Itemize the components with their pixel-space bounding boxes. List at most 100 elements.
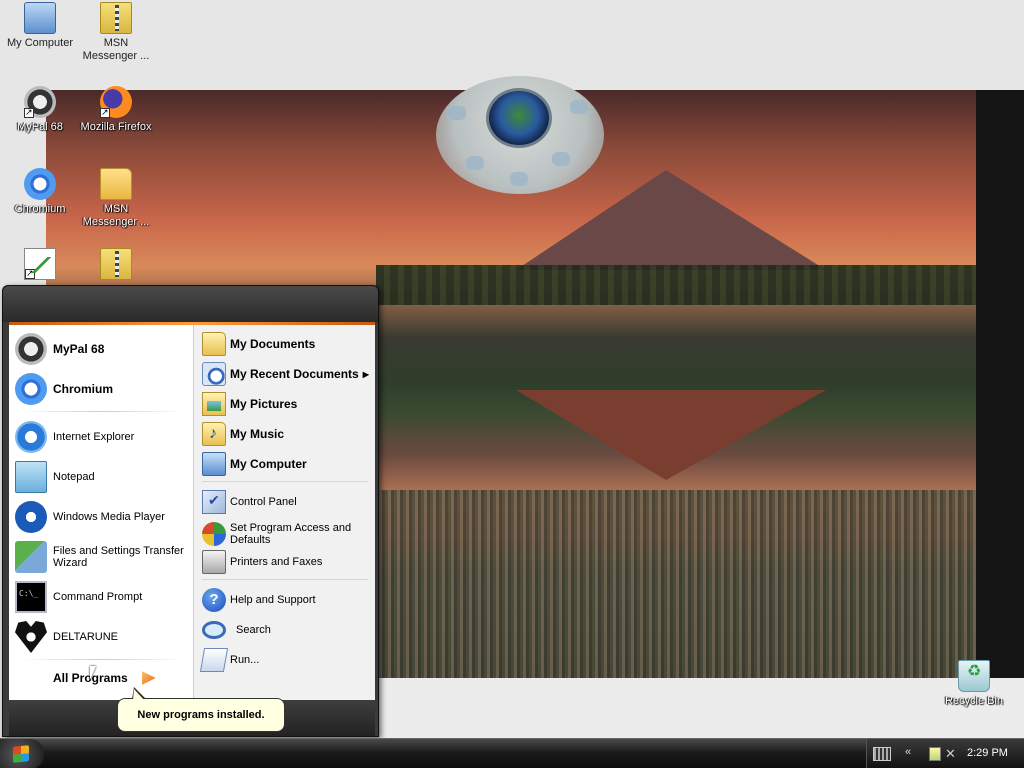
wallpaper-reflection bbox=[516, 390, 826, 480]
separator bbox=[19, 411, 185, 412]
help-icon: ? bbox=[202, 588, 226, 612]
place-item-label: My Documents bbox=[230, 337, 316, 351]
start-menu: MyPal 68 Chromium Internet Explorer Note… bbox=[2, 285, 379, 737]
start-button[interactable] bbox=[0, 739, 44, 768]
internet-explorer-icon bbox=[15, 421, 47, 453]
clock[interactable]: 2:29 PM bbox=[967, 747, 1008, 759]
start-menu-places-pane: My Documents My Recent Documents ▶ My Pi… bbox=[193, 325, 375, 700]
run-icon bbox=[199, 648, 229, 672]
volume-muted-icon[interactable]: ✕ bbox=[945, 746, 956, 762]
my-documents-icon bbox=[202, 332, 226, 356]
pinned-item-label: Chromium bbox=[53, 382, 113, 396]
recent-documents-icon bbox=[202, 362, 226, 386]
program-item-label: Windows Media Player bbox=[53, 511, 165, 523]
place-item-label: Printers and Faxes bbox=[230, 556, 323, 568]
balloon-text: New programs installed. bbox=[137, 709, 265, 721]
desktop-icon-recycle-bin[interactable]: Recycle Bin bbox=[934, 660, 1014, 708]
desktop-icon-msn-messenger-folder[interactable]: MSN Messenger ... bbox=[76, 168, 156, 229]
network-icon[interactable] bbox=[929, 747, 941, 761]
chart-document-icon bbox=[24, 248, 56, 280]
chromium-icon bbox=[24, 168, 56, 200]
place-item-run[interactable]: Run... bbox=[199, 647, 374, 673]
command-prompt-icon: C:\_ bbox=[15, 581, 47, 613]
place-item-help-support[interactable]: ? Help and Support bbox=[202, 587, 374, 613]
desktop-icon-chart-document[interactable] bbox=[0, 248, 80, 283]
program-access-icon bbox=[202, 522, 226, 546]
printer-icon bbox=[202, 550, 226, 574]
my-computer-icon bbox=[202, 452, 226, 476]
desktop-icon-msn-messenger-zip[interactable]: MSN Messenger ... bbox=[76, 2, 156, 63]
desktop-icon-zip-folder[interactable] bbox=[76, 248, 156, 283]
my-computer-icon bbox=[24, 2, 56, 34]
start-menu-header bbox=[3, 286, 378, 322]
start-menu-programs-pane: MyPal 68 Chromium Internet Explorer Note… bbox=[9, 325, 193, 700]
keyboard-icon[interactable] bbox=[873, 747, 891, 761]
program-item-internet-explorer[interactable]: Internet Explorer bbox=[15, 419, 191, 455]
place-item-label: My Computer bbox=[230, 457, 307, 471]
chromium-icon bbox=[15, 373, 47, 405]
pinned-item-chromium[interactable]: Chromium bbox=[15, 371, 191, 407]
place-item-control-panel[interactable]: Control Panel bbox=[202, 489, 374, 515]
tray-expand-chevron-icon[interactable]: « bbox=[905, 746, 911, 758]
media-player-icon bbox=[15, 501, 47, 533]
place-item-printers-faxes[interactable]: Printers and Faxes bbox=[202, 549, 374, 575]
place-item-label: Run... bbox=[230, 654, 260, 666]
mypal-icon bbox=[15, 333, 47, 365]
start-menu-body: MyPal 68 Chromium Internet Explorer Note… bbox=[9, 325, 375, 700]
widget-item-icon[interactable] bbox=[570, 100, 588, 114]
place-item-label: Search bbox=[236, 624, 271, 636]
desktop-icon-my-computer[interactable]: My Computer bbox=[0, 2, 80, 50]
wallpaper-treeline bbox=[376, 265, 976, 305]
separator bbox=[19, 659, 185, 660]
place-item-my-documents[interactable]: My Documents bbox=[202, 331, 374, 357]
desktop-icon-chromium[interactable]: Chromium bbox=[0, 168, 80, 216]
recycle-bin-icon bbox=[958, 660, 990, 692]
desktop-icon-label: My Computer bbox=[6, 37, 74, 49]
orb-launcher-widget[interactable] bbox=[436, 76, 604, 194]
separator bbox=[202, 579, 368, 580]
widget-item-icon[interactable] bbox=[552, 152, 570, 166]
wallpaper-dark-edge bbox=[976, 90, 1024, 678]
place-item-label: My Pictures bbox=[230, 397, 298, 411]
program-item-transfer-wizard[interactable]: Files and Settings Transfer Wizard bbox=[15, 539, 191, 575]
windows-orb-icon[interactable] bbox=[486, 88, 552, 148]
desktop-icon-label: MSN Messenger ... bbox=[82, 203, 150, 228]
place-item-my-pictures[interactable]: My Pictures bbox=[202, 391, 374, 417]
notification-balloon[interactable]: New programs installed. bbox=[117, 687, 285, 732]
desktop-icon-label: MyPal 68 bbox=[17, 121, 63, 133]
system-tray: « ✕ 2:29 PM bbox=[866, 739, 1024, 768]
pinned-item-mypal[interactable]: MyPal 68 bbox=[15, 331, 191, 367]
desktop-icon-mypal[interactable]: MyPal 68 bbox=[0, 86, 80, 134]
program-item-label: Command Prompt bbox=[53, 591, 143, 603]
place-item-search[interactable]: Search bbox=[202, 617, 374, 643]
widget-item-icon[interactable] bbox=[466, 156, 484, 170]
widget-item-icon[interactable] bbox=[510, 172, 528, 186]
program-item-windows-media-player[interactable]: Windows Media Player bbox=[15, 499, 191, 535]
zip-folder-icon bbox=[100, 2, 132, 34]
program-item-label: DELTARUNE bbox=[53, 631, 118, 643]
place-item-set-program-access[interactable]: Set Program Access and Defaults bbox=[202, 519, 374, 549]
program-item-command-prompt[interactable]: C:\_ Command Prompt bbox=[15, 579, 191, 615]
windows-flag-icon bbox=[13, 745, 29, 763]
widget-item-icon[interactable] bbox=[448, 106, 466, 120]
place-item-label: My Recent Documents bbox=[230, 367, 359, 381]
place-item-my-recent-documents[interactable]: My Recent Documents ▶ bbox=[202, 361, 374, 387]
mouse-cursor-icon bbox=[90, 666, 96, 680]
separator bbox=[202, 481, 368, 482]
wallpaper-reeds bbox=[376, 490, 976, 678]
program-item-deltarune[interactable]: DELTARUNE bbox=[15, 619, 191, 655]
place-item-my-music[interactable]: My Music bbox=[202, 421, 374, 447]
program-item-label: Files and Settings Transfer Wizard bbox=[53, 545, 184, 569]
place-item-label: My Music bbox=[230, 427, 285, 441]
pinned-item-label: MyPal 68 bbox=[53, 342, 105, 356]
program-item-notepad[interactable]: Notepad bbox=[15, 459, 191, 495]
all-programs-button[interactable]: All Programs bbox=[53, 671, 156, 685]
place-item-my-computer[interactable]: My Computer bbox=[202, 451, 374, 477]
desktop-icon-firefox[interactable]: Mozilla Firefox bbox=[76, 86, 156, 134]
control-panel-icon bbox=[202, 490, 226, 514]
desktop-icon-label: Chromium bbox=[14, 203, 66, 215]
deltarune-icon bbox=[15, 621, 47, 653]
place-item-label: Control Panel bbox=[230, 496, 297, 508]
search-icon bbox=[202, 621, 226, 639]
my-music-icon bbox=[202, 422, 226, 446]
